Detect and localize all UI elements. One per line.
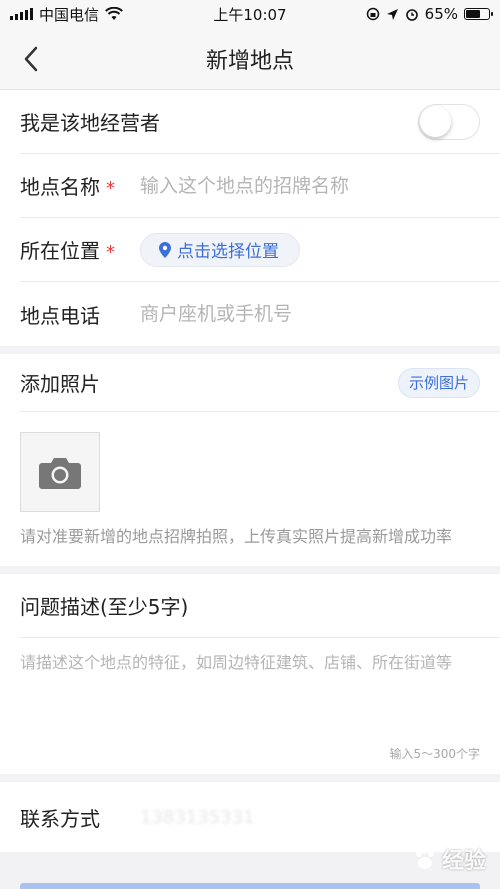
section-gap xyxy=(0,346,500,354)
carrier-name: 中国电信 xyxy=(39,5,100,24)
signal-icon xyxy=(10,8,33,20)
location-label: 所在位置 * xyxy=(20,235,140,264)
photo-title: 添加照片 xyxy=(20,372,100,396)
battery-icon xyxy=(464,8,493,20)
basic-info-section: 我是该地经营者 地点名称 * 所在位置 * 点击选择位置 地点电话 xyxy=(0,90,500,346)
description-title: 问题描述(至少5字) xyxy=(20,574,500,638)
required-mark: * xyxy=(106,178,115,199)
alarm-icon xyxy=(405,9,418,21)
description-body: 输入5～300个字 xyxy=(0,638,500,774)
chevron-left-icon xyxy=(24,46,38,72)
phone-input[interactable] xyxy=(140,303,480,325)
operator-row: 我是该地经营者 xyxy=(20,90,500,154)
required-mark: * xyxy=(106,242,115,263)
char-counter: 输入5～300个字 xyxy=(389,747,480,761)
description-section: 问题描述(至少5字) 输入5～300个字 xyxy=(0,574,500,774)
description-textarea[interactable] xyxy=(20,652,480,732)
operator-toggle[interactable] xyxy=(418,104,480,140)
paw-logo-icon xyxy=(415,848,434,869)
name-row: 地点名称 * xyxy=(20,154,500,218)
page-title: 新增地点 xyxy=(205,48,294,74)
name-label: 地点名称 * xyxy=(20,171,140,200)
contact-label: 联系方式 xyxy=(20,806,100,831)
map-pin-icon xyxy=(159,241,171,258)
contact-value[interactable]: 1383135331 xyxy=(140,807,255,828)
location-row: 所在位置 * 点击选择位置 xyxy=(20,218,500,282)
phone-row: 地点电话 xyxy=(20,282,500,346)
photo-header: 添加照片 示例图片 xyxy=(20,354,500,412)
toggle-knob xyxy=(420,106,451,137)
example-photo-button[interactable]: 示例图片 xyxy=(397,367,480,398)
battery-fill xyxy=(466,10,481,18)
wifi-icon xyxy=(105,7,123,20)
watermark: 经验 xyxy=(412,843,486,875)
status-left: 中国电信 xyxy=(10,4,123,25)
photo-section: 添加照片 示例图片 请对准要新增的地点招牌拍照，上传真实照片提高新增成功率 xyxy=(0,354,500,566)
status-right: 65% xyxy=(366,5,493,23)
camera-icon xyxy=(39,458,81,489)
back-button[interactable] xyxy=(14,42,48,76)
submit-button[interactable] xyxy=(20,883,480,889)
select-location-button[interactable]: 点击选择位置 xyxy=(140,232,300,267)
name-label-text: 地点名称 xyxy=(20,175,100,199)
location-arrow-icon xyxy=(386,8,398,20)
section-gap xyxy=(0,566,500,574)
status-bar: 中国电信 上午10:07 65% xyxy=(0,0,500,28)
battery-percent: 65% xyxy=(424,5,458,23)
rotation-lock-icon xyxy=(366,7,379,21)
contact-row: 联系方式 1383135331 xyxy=(20,782,500,852)
section-gap xyxy=(0,774,500,782)
name-input[interactable] xyxy=(140,174,480,197)
photo-body: 请对准要新增的地点招牌拍照，上传真实照片提高新增成功率 xyxy=(0,412,500,566)
photo-hint: 请对准要新增的地点招牌拍照，上传真实照片提高新增成功率 xyxy=(20,527,453,546)
select-location-label: 点击选择位置 xyxy=(177,242,279,262)
add-photo-button[interactable] xyxy=(20,432,100,512)
contact-section: 联系方式 1383135331 xyxy=(0,782,500,852)
operator-label: 我是该地经营者 xyxy=(20,111,160,135)
phone-label: 地点电话 xyxy=(20,303,100,328)
nav-bar: 新增地点 xyxy=(0,28,500,90)
watermark-text: 经验 xyxy=(441,849,486,874)
location-label-text: 所在位置 xyxy=(20,239,100,263)
